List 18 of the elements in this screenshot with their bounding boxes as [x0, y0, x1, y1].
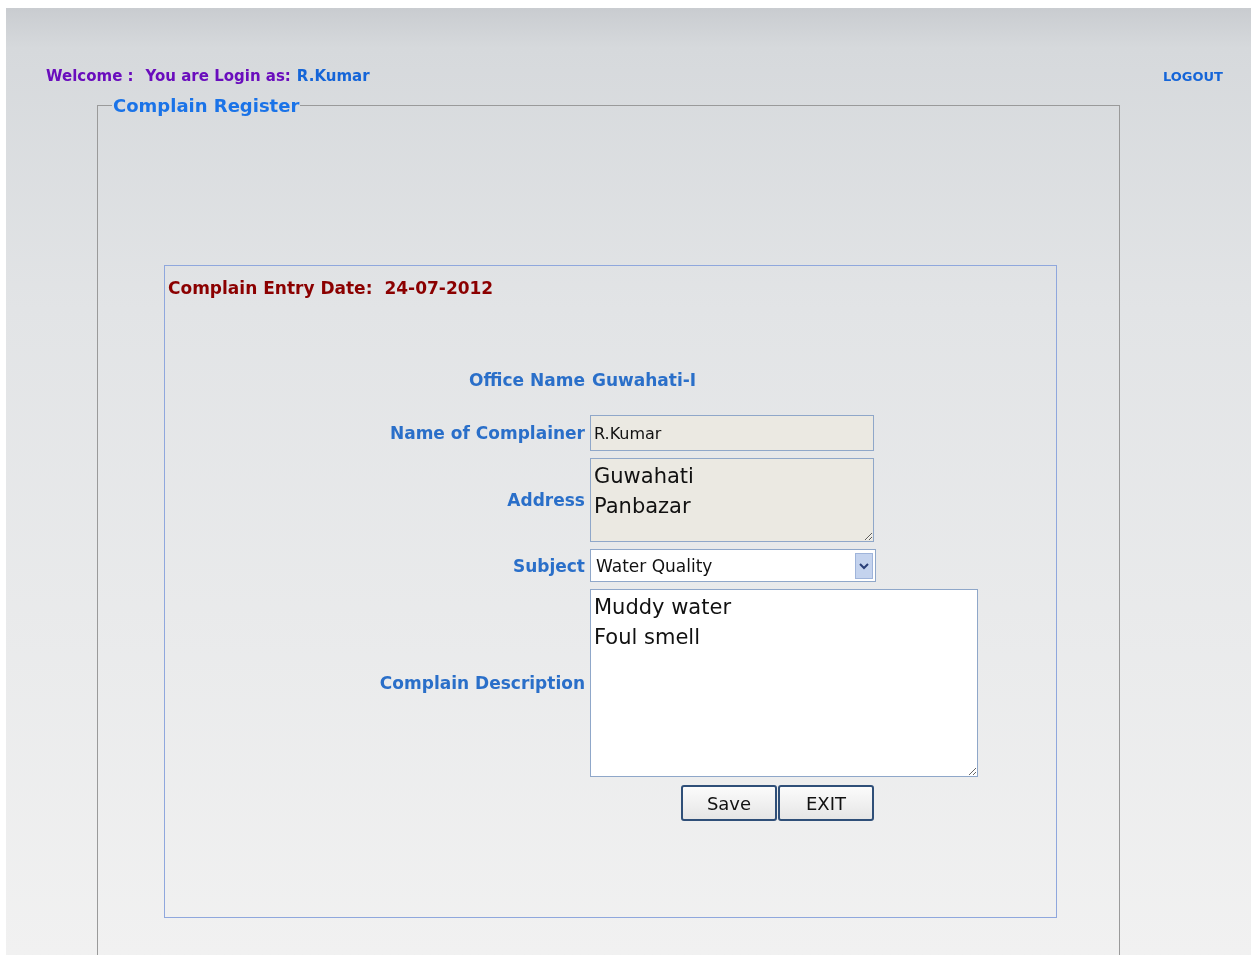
- welcome-text: Welcome :: [46, 67, 134, 85]
- field-label: Complain Description: [379, 673, 585, 693]
- text-area-field[interactable]: Muddy water Foul smell: [590, 589, 978, 777]
- form-button[interactable]: EXIT: [778, 785, 874, 821]
- entry-date-label: Complain Entry Date:: [168, 278, 373, 298]
- section-legend: Complain Register: [112, 95, 301, 116]
- entry-date: 24-07-2012: [384, 278, 494, 298]
- field-label: Name of Complainer: [389, 423, 585, 443]
- office-value: Guwahati-I: [592, 370, 697, 390]
- logout-link[interactable]: LOGOUT: [1162, 68, 1223, 84]
- login-label: You are Login as:: [145, 67, 291, 85]
- user-name: R.Kumar: [296, 67, 370, 85]
- subject-dropdown[interactable]: Water Quality: [590, 549, 876, 582]
- office-label: Office Name: [469, 370, 585, 390]
- field-label: Address: [507, 490, 585, 510]
- field-label: Subject: [512, 555, 585, 576]
- form-button[interactable]: Save: [681, 785, 777, 821]
- caret-icon: [855, 552, 873, 579]
